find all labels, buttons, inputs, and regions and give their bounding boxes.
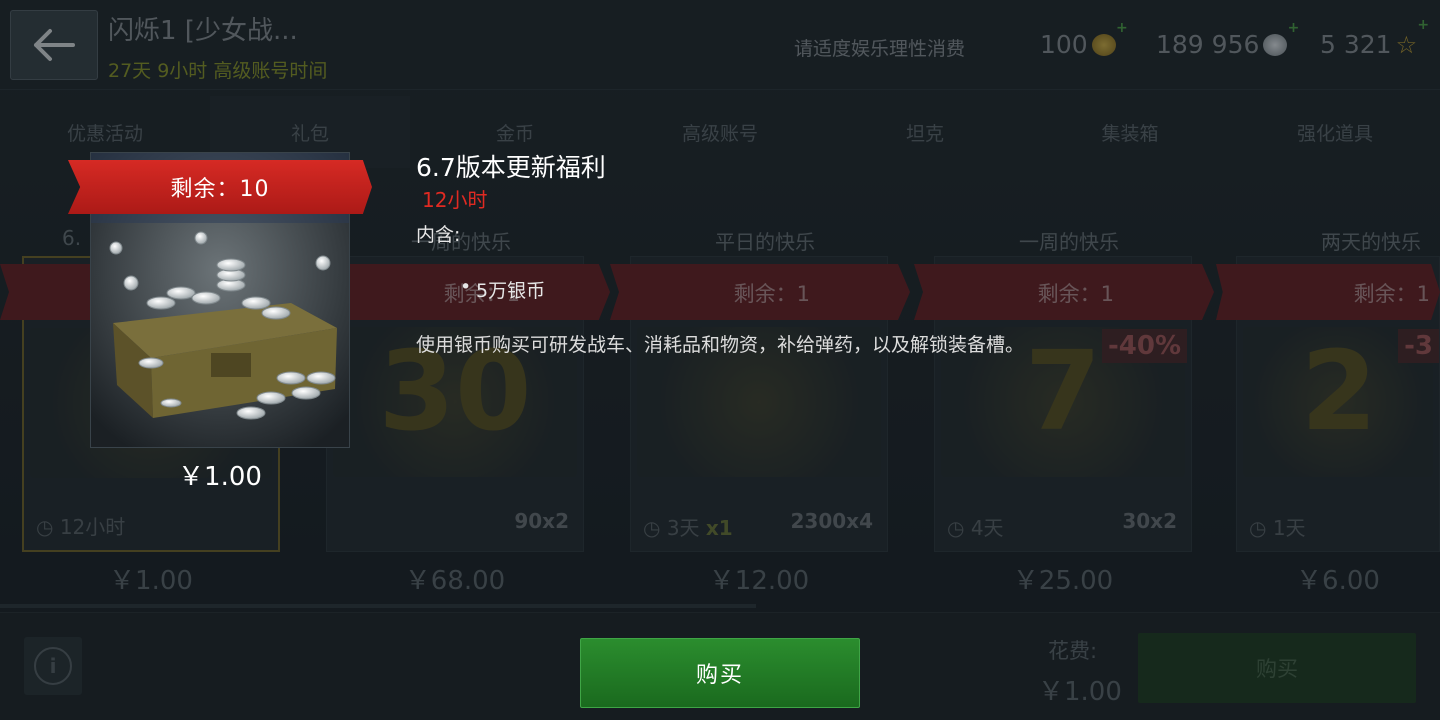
buy-button[interactable]: 购买 bbox=[580, 638, 860, 708]
bundle-title: 6.7版本更新福利 bbox=[416, 153, 606, 182]
contents-item: 5万银币 bbox=[460, 276, 545, 303]
bundle-price: ￥1.00 bbox=[178, 462, 262, 492]
contents-label: 内含: bbox=[416, 224, 461, 246]
bundle-timer: 12小时 bbox=[422, 188, 488, 212]
remaining-ribbon: 剩余：10 bbox=[68, 160, 372, 214]
bundle-description: 使用银币购买可研发战车、消耗品和物资，补给弹药，以及解锁装备槽。 bbox=[416, 334, 1025, 356]
